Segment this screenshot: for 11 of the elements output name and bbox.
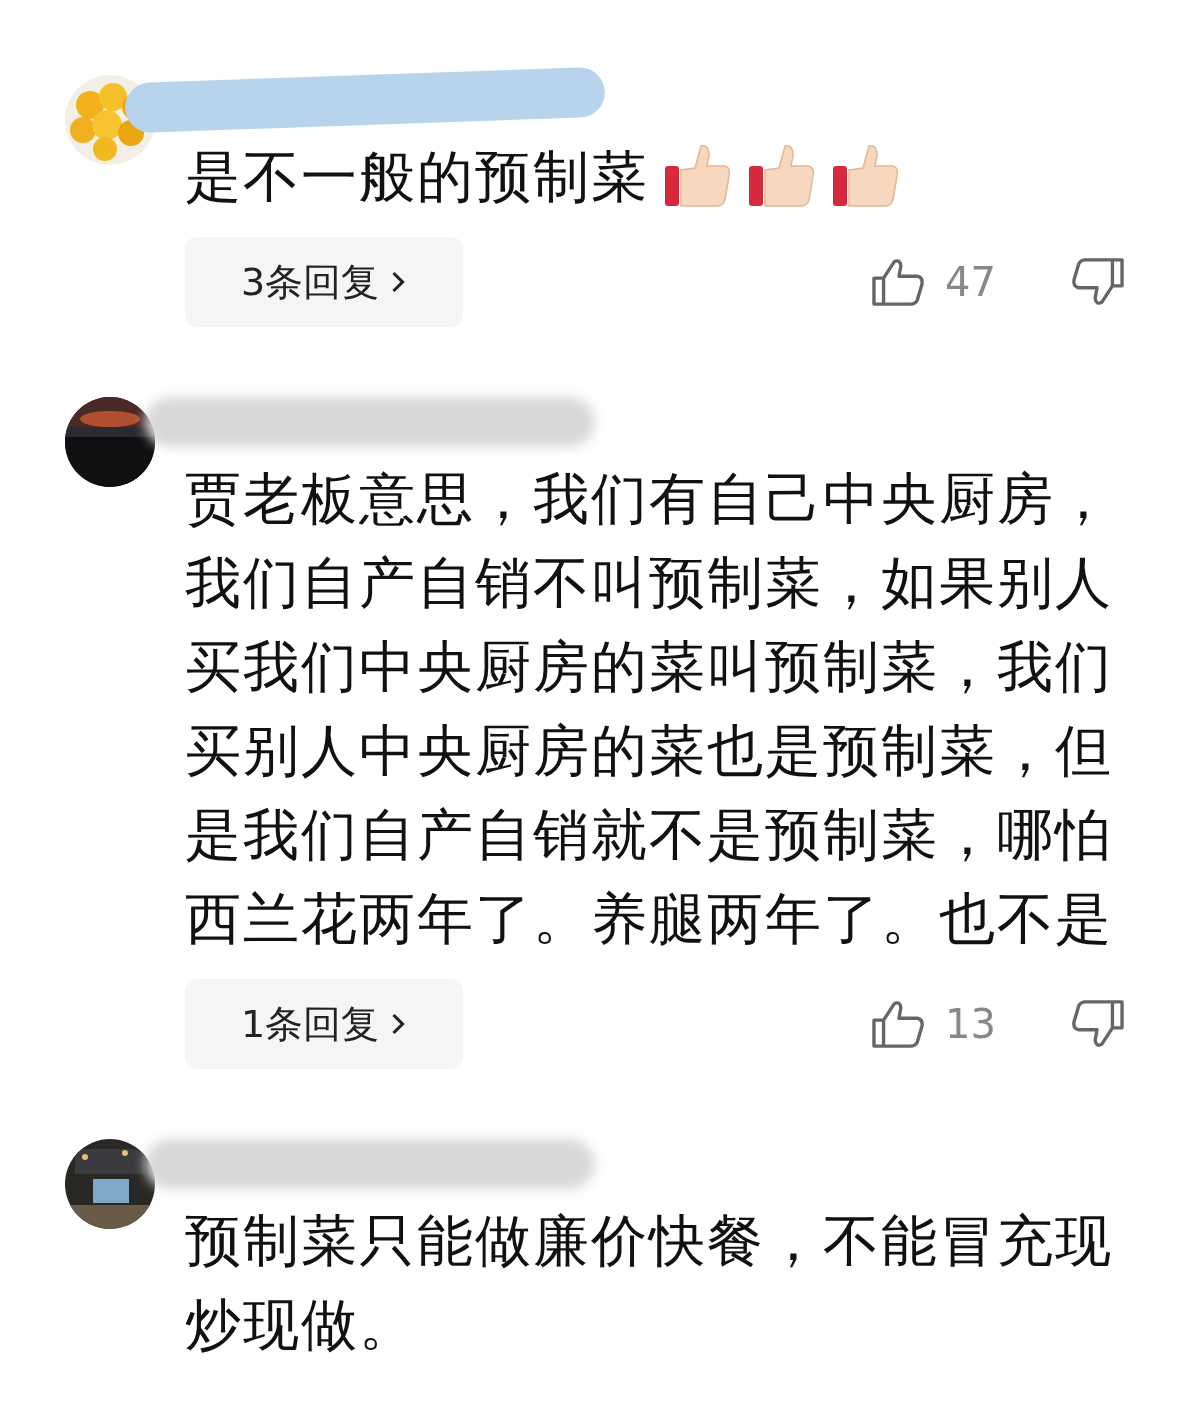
thumbs-up-icon[interactable] [871,999,925,1049]
comment-text: 贾老板意思，我们有自己中央厨房，我们自产自销不叫预制菜，如果别人买我们中央厨房的菜叫预制菜，我们买别人中央厨房的菜也是预制菜，但是我们自产自销就不是预制菜，哪怕西兰花两年了。养腿两年了。也不是 [185,465,1114,953]
thumbs-down-icon[interactable] [1071,257,1125,307]
replies-button[interactable]: 1条回复 [185,979,463,1069]
thumbs-down-icon[interactable] [1071,999,1125,1049]
comment-text: 是不一般的预制菜 [185,135,1135,219]
like-count: 13 [945,1001,995,1047]
comment-text: 预制菜只能做廉价快餐，不能冒充现炒现做。 [185,1207,1114,1359]
thumbs-up-icon[interactable] [871,257,925,307]
replies-button[interactable]: 3条回复 [185,237,463,327]
like-count: 47 [945,259,995,305]
